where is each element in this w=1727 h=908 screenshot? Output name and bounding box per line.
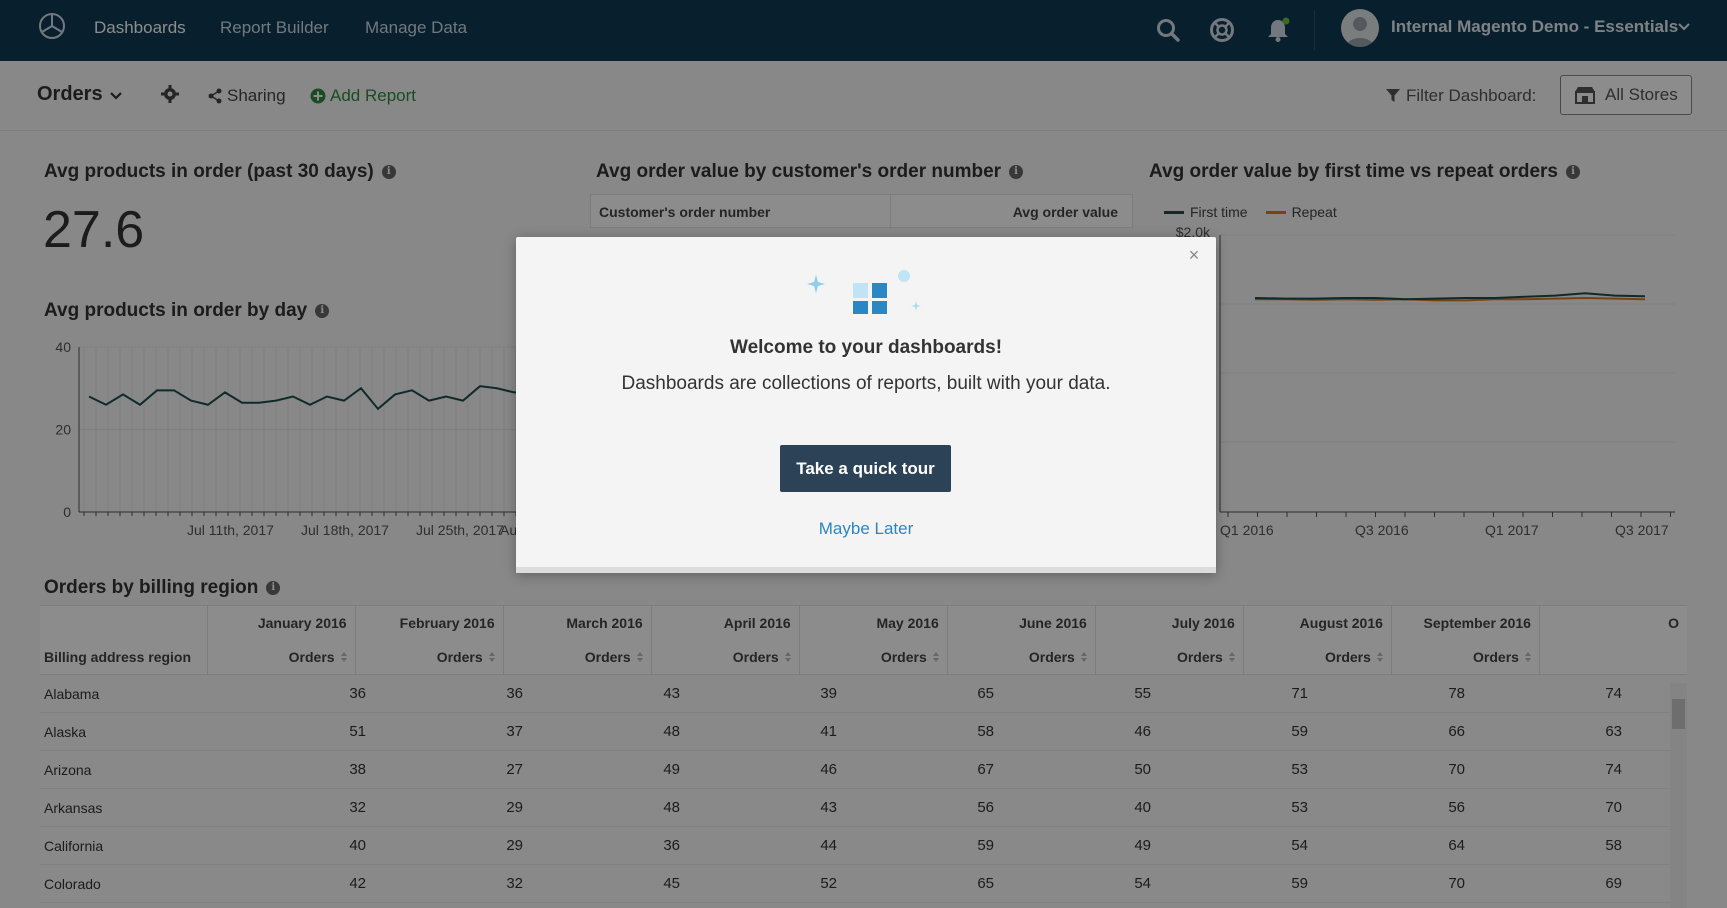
maybe-later-link[interactable]: Maybe Later bbox=[516, 519, 1216, 539]
modal-title: Welcome to your dashboards! bbox=[729, 337, 1003, 358]
take-tour-button[interactable]: Take a quick tour bbox=[780, 445, 951, 492]
modal-description: Dashboards are collections of reports, b… bbox=[621, 373, 1111, 394]
dashboard-illustration-icon bbox=[807, 270, 921, 314]
close-icon[interactable]: × bbox=[1186, 245, 1202, 265]
modal-footer-bar bbox=[516, 567, 1216, 573]
welcome-modal: × Welcome to your dashboards! Dashboards… bbox=[516, 237, 1216, 573]
